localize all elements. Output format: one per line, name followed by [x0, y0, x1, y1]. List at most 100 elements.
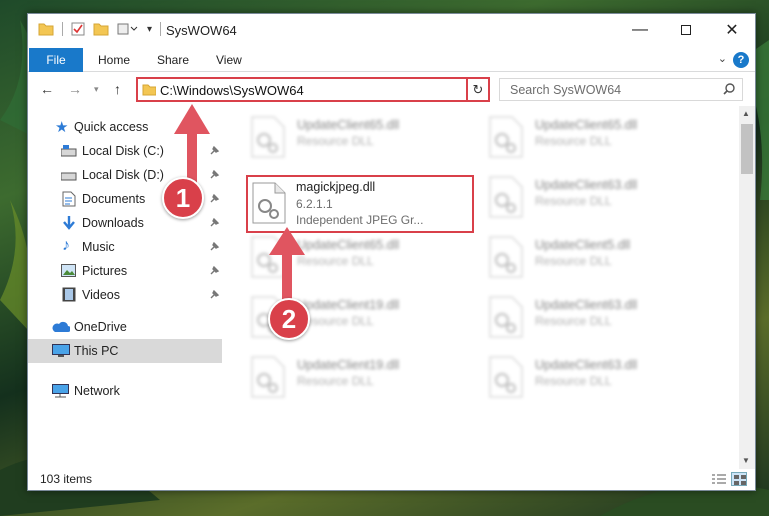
help-button[interactable]: ?: [733, 52, 749, 68]
tab-share[interactable]: Share: [157, 53, 189, 67]
sidebar-item-onedrive[interactable]: OneDrive: [28, 315, 222, 339]
sidebar-item-videos[interactable]: Videos: [28, 283, 222, 307]
title-bar: ▾ SysWOW64 — ✕: [28, 14, 755, 48]
star-icon: ★: [55, 119, 69, 136]
file-type: Resource DLL: [535, 254, 612, 268]
address-path: C:\Windows\SysWOW64: [160, 83, 304, 98]
qat-dropdown-icon[interactable]: ▾: [147, 24, 152, 35]
expand-ribbon-icon[interactable]: ⌄: [718, 52, 727, 65]
download-icon: [63, 216, 75, 230]
sidebar-item-this-pc[interactable]: This PC: [28, 339, 222, 363]
drive-icon: [61, 145, 77, 157]
sidebar-item-label: This PC: [74, 344, 119, 358]
item-count: 103 items: [40, 472, 93, 486]
list-item[interactable]: UpdateClient65.dll Resource DLL: [248, 114, 478, 170]
maximize-button[interactable]: [663, 14, 709, 46]
pin-icon: [208, 265, 220, 280]
callout-step-1: 1: [162, 177, 204, 219]
network-icon: [52, 384, 69, 398]
file-description: Independent JPEG Gr...: [296, 213, 424, 227]
pc-icon: [52, 344, 70, 357]
address-bar[interactable]: C:\Windows\SysWOW64 ▾: [136, 77, 489, 102]
file-name: UpdateClient63.dll: [535, 298, 638, 312]
sidebar-item-music[interactable]: ♪ Music: [28, 235, 222, 259]
customize-icon[interactable]: [117, 22, 139, 36]
window-title: SysWOW64: [166, 23, 237, 38]
sidebar-item-label: Documents: [82, 192, 146, 206]
onedrive-icon: [52, 321, 70, 332]
file-name: UpdateClient19.dll: [297, 358, 400, 372]
list-item[interactable]: UpdateClient5.dll Resource DLL: [486, 234, 716, 290]
file-name: UpdateClient63.dll: [535, 358, 638, 372]
tiles-view-icon[interactable]: [731, 472, 747, 486]
details-view-icon[interactable]: [711, 472, 727, 486]
file-type: Resource DLL: [535, 134, 612, 148]
view-buttons: [711, 472, 747, 486]
file-type: Resource DLL: [297, 374, 374, 388]
dll-file-icon: [489, 176, 523, 218]
list-item[interactable]: UpdateClient65.dll Resource DLL: [486, 114, 716, 170]
music-icon: ♪: [62, 237, 70, 254]
folder-icon: [142, 84, 156, 96]
quick-access-toolbar: ▾: [38, 22, 162, 36]
sidebar-item-label: OneDrive: [74, 320, 127, 334]
dll-file-icon: [252, 182, 286, 224]
sidebar-item-label: Pictures: [82, 264, 128, 278]
sidebar-item-label: Music: [82, 240, 115, 254]
callout-step-2: 2: [268, 298, 310, 340]
scroll-down-icon[interactable]: ▼: [742, 456, 750, 465]
sidebar-item-label: Local Disk (C:): [82, 144, 164, 158]
file-name: UpdateClient5.dll: [535, 238, 631, 252]
file-name: UpdateClient65.dll: [297, 118, 400, 132]
pictures-icon: [61, 264, 76, 277]
sidebar-item-network[interactable]: Network: [28, 379, 222, 403]
list-item[interactable]: UpdateClient19.dll Resource DLL: [248, 354, 478, 410]
navigation-bar: ← → ▾ ↑ C:\Windows\SysWOW64 ▾ ↻ Search S…: [28, 73, 755, 105]
list-item[interactable]: UpdateClient63.dll Resource DLL: [486, 354, 716, 410]
properties-icon[interactable]: [71, 22, 85, 36]
tab-view[interactable]: View: [216, 53, 242, 67]
dll-file-icon: [489, 116, 523, 158]
search-placeholder: Search SysWOW64: [510, 83, 622, 97]
recent-locations-icon[interactable]: ▾: [94, 84, 99, 95]
close-button[interactable]: ✕: [709, 14, 755, 46]
videos-icon: [62, 287, 76, 302]
scroll-thumb[interactable]: [741, 124, 753, 174]
new-folder-icon[interactable]: [93, 22, 109, 36]
status-bar: 103 items: [28, 469, 755, 491]
back-arrow-icon[interactable]: ←: [40, 81, 54, 97]
ribbon-tabs: File Home Share View ⌄ ?: [28, 48, 755, 72]
tab-home[interactable]: Home: [98, 53, 130, 67]
pin-icon: [208, 289, 220, 304]
drive-icon: [61, 172, 77, 181]
pin-icon: [208, 241, 220, 256]
dll-file-icon: [251, 356, 285, 398]
documents-icon: [62, 191, 76, 207]
scroll-up-icon[interactable]: ▲: [742, 109, 750, 118]
file-name: magickjpeg.dll: [296, 180, 376, 194]
sidebar-item-label: Local Disk (D:): [82, 168, 164, 182]
sidebar-item-label: Downloads: [82, 216, 144, 230]
explorer-window: ▾ SysWOW64 — ✕ File Home Share View ⌄ ? …: [27, 13, 756, 491]
file-type: Resource DLL: [297, 134, 374, 148]
dll-file-icon: [251, 116, 285, 158]
file-version: 6.2.1.1: [296, 197, 333, 211]
sidebar-item-label: Network: [74, 384, 120, 398]
folder-icon: [38, 23, 54, 36]
up-arrow-icon[interactable]: ↑: [114, 81, 121, 97]
file-type: Resource DLL: [535, 314, 612, 328]
dll-file-icon: [489, 236, 523, 278]
file-type: Resource DLL: [535, 194, 612, 208]
tab-file[interactable]: File: [29, 48, 83, 72]
search-input[interactable]: Search SysWOW64: [499, 78, 743, 101]
sidebar-item-pictures[interactable]: Pictures: [28, 259, 222, 283]
dll-file-icon: [489, 296, 523, 338]
vertical-scrollbar[interactable]: ▲ ▼: [739, 106, 755, 469]
search-icon[interactable]: [722, 82, 736, 96]
list-item[interactable]: UpdateClient63.dll Resource DLL: [486, 294, 716, 350]
minimize-button[interactable]: —: [617, 14, 663, 46]
forward-arrow-icon[interactable]: →: [68, 81, 82, 97]
file-name: UpdateClient65.dll: [535, 118, 638, 132]
refresh-button[interactable]: ↻: [466, 77, 490, 102]
list-item[interactable]: UpdateClient63.dll Resource DLL: [486, 174, 716, 230]
